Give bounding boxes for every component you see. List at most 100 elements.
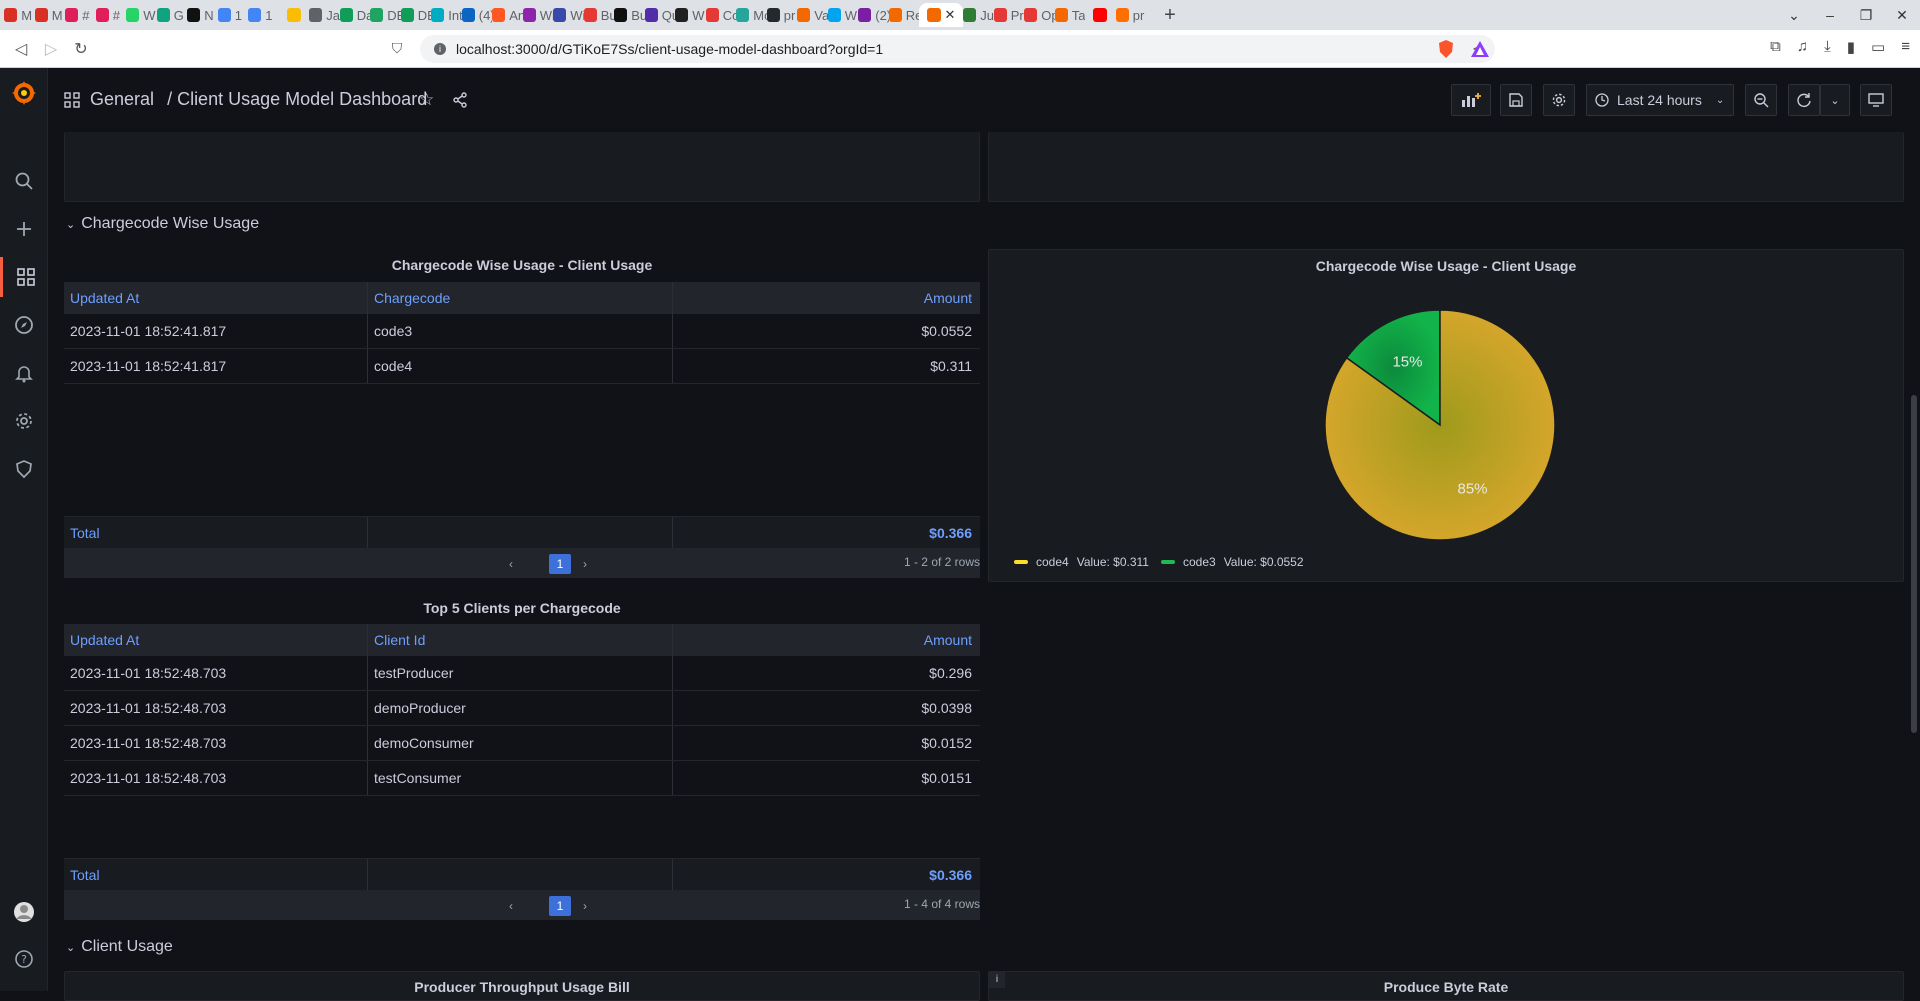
panel-title[interactable]: Produce Byte Rate [989,979,1903,995]
forward-icon[interactable]: ▷ [36,39,66,59]
browser-tab[interactable]: pr [766,3,798,27]
add-panel-button[interactable] [1451,84,1491,116]
share-icon[interactable] [452,92,468,108]
alerting-bell-icon[interactable] [0,353,48,393]
column-header-amount[interactable]: Amount [673,624,978,656]
browser-tab[interactable]: Pr [993,3,1025,27]
sidebar-icon[interactable]: ▮ [1847,38,1855,56]
explore-icon[interactable] [0,305,48,345]
browser-tab[interactable]: G [156,3,188,27]
browser-tab[interactable]: Cc [705,3,736,27]
dashboard-title[interactable]: / Client Usage Model Dashboard [167,89,427,109]
maximize-icon[interactable]: ❐ [1848,7,1884,24]
menu-icon[interactable]: ≡ [1901,38,1910,56]
plus-icon[interactable] [0,209,48,249]
browser-tab[interactable]: DE [400,3,431,27]
column-header-chargecode[interactable]: Chargecode [368,282,673,314]
prev-page-icon[interactable]: ‹ [500,896,522,916]
panel-title[interactable]: Producer Throughput Usage Bill [65,979,979,995]
minimize-icon[interactable]: – [1812,7,1848,23]
reload-icon[interactable]: ↻ [66,39,96,59]
brave-shield-icon[interactable] [1436,39,1456,59]
browser-tab[interactable]: Qu [644,3,675,27]
browser-tab[interactable]: 1 [248,3,279,27]
save-dashboard-button[interactable] [1500,84,1532,116]
browser-tab[interactable]: # [65,3,96,27]
panel-title[interactable]: Top 5 Clients per Chargecode [64,600,980,616]
browser-tab[interactable]: Va [797,3,828,27]
close-tab-icon[interactable]: ✕ [945,7,956,23]
browser-tab[interactable]: Int [431,3,462,27]
tab-search-icon[interactable]: ⌄ [1776,7,1812,24]
browser-tab[interactable] [1085,3,1116,27]
browser-tab[interactable]: W [675,3,706,27]
legend-name-code3[interactable]: code3 [1183,555,1216,569]
browser-tab[interactable] [279,3,310,27]
search-icon[interactable] [0,161,48,201]
browser-tab[interactable]: W [827,3,859,27]
browser-tab[interactable]: M [34,3,66,27]
browser-tab[interactable]: M [4,3,35,27]
wallet-icon[interactable]: ▭ [1871,38,1885,56]
new-tab-button[interactable]: + [1150,4,1190,27]
bookmark-icon[interactable]: ⛉ [382,40,412,57]
browser-tab[interactable]: N [187,3,218,27]
legend-name-code4[interactable]: code4 [1036,555,1069,569]
browser-tab[interactable]: DE [370,3,401,27]
media-icon[interactable]: ♫ [1797,38,1808,56]
grafana-logo-icon[interactable] [11,80,37,106]
tv-mode-button[interactable] [1860,84,1892,116]
browser-tab[interactable]: Mo [736,3,767,27]
close-window-icon[interactable]: ✕ [1884,7,1920,24]
browser-tab[interactable]: W [126,3,157,27]
back-icon[interactable]: ◁ [6,39,36,59]
browser-tab[interactable]: Wi [553,3,584,27]
browser-tab[interactable]: (2) [858,3,889,27]
browser-tab[interactable]: ✕ [919,3,963,27]
star-icon[interactable]: ☆ [419,90,434,110]
browser-tab[interactable]: 1 [217,3,249,27]
zoom-out-button[interactable] [1745,84,1777,116]
panel-title[interactable]: Chargecode Wise Usage - Client Usage [64,257,980,273]
browser-tab[interactable]: Ja [309,3,340,27]
next-page-icon[interactable]: › [574,554,596,574]
row-chargecode-wise-usage[interactable]: ⌄ Chargecode Wise Usage [66,215,259,233]
breadcrumb-folder[interactable]: General [90,89,154,109]
settings-gear-icon[interactable] [0,401,48,441]
prev-page-icon[interactable]: ‹ [500,554,522,574]
browser-tab[interactable]: Bu [583,3,614,27]
browser-tab[interactable]: Wi [522,3,553,27]
dashboard-settings-button[interactable] [1543,84,1575,116]
page-scrollbar[interactable] [1911,395,1917,733]
page-1-button[interactable]: 1 [549,554,571,574]
column-header-updated-at[interactable]: Updated At [64,624,368,656]
time-picker-button[interactable]: Last 24 hours ⌄ [1586,84,1734,116]
dashboards-icon[interactable] [0,257,48,297]
refresh-interval-dropdown[interactable]: ⌄ [1820,84,1850,116]
refresh-button[interactable] [1788,84,1820,116]
browser-tab[interactable]: Re [888,3,919,27]
browser-tab[interactable]: Bu [614,3,645,27]
browser-tab[interactable]: An [492,3,523,27]
row-client-usage[interactable]: ⌄ Client Usage [66,938,173,956]
help-icon[interactable]: ? [0,939,48,979]
browser-tab[interactable]: # [95,3,127,27]
browser-tab[interactable]: Ta [1054,3,1085,27]
browser-tab[interactable]: (4) [461,3,492,27]
next-page-icon[interactable]: › [574,896,596,916]
browser-tab[interactable]: Ju [963,3,994,27]
column-header-amount[interactable]: Amount [673,282,978,314]
browser-tab[interactable]: pr [1115,3,1147,27]
download-icon[interactable]: ⤓ [1824,38,1831,56]
user-avatar[interactable] [0,892,48,932]
extensions-icon[interactable]: ⧉ [1770,38,1781,56]
shield-icon[interactable] [0,449,48,489]
site-info-icon[interactable]: i [434,43,446,55]
panel-title[interactable]: Chargecode Wise Usage - Client Usage [989,258,1903,274]
column-header-client-id[interactable]: Client Id [368,624,673,656]
column-header-updated-at[interactable]: Updated At [64,282,368,314]
browser-tab[interactable]: Da [339,3,370,27]
pie-chart[interactable]: 15% 85% [1320,305,1560,545]
page-1-button[interactable]: 1 [549,896,571,916]
url-field[interactable]: i localhost:3000/d/GTiKoE7Ss/client-usag… [420,35,1495,63]
